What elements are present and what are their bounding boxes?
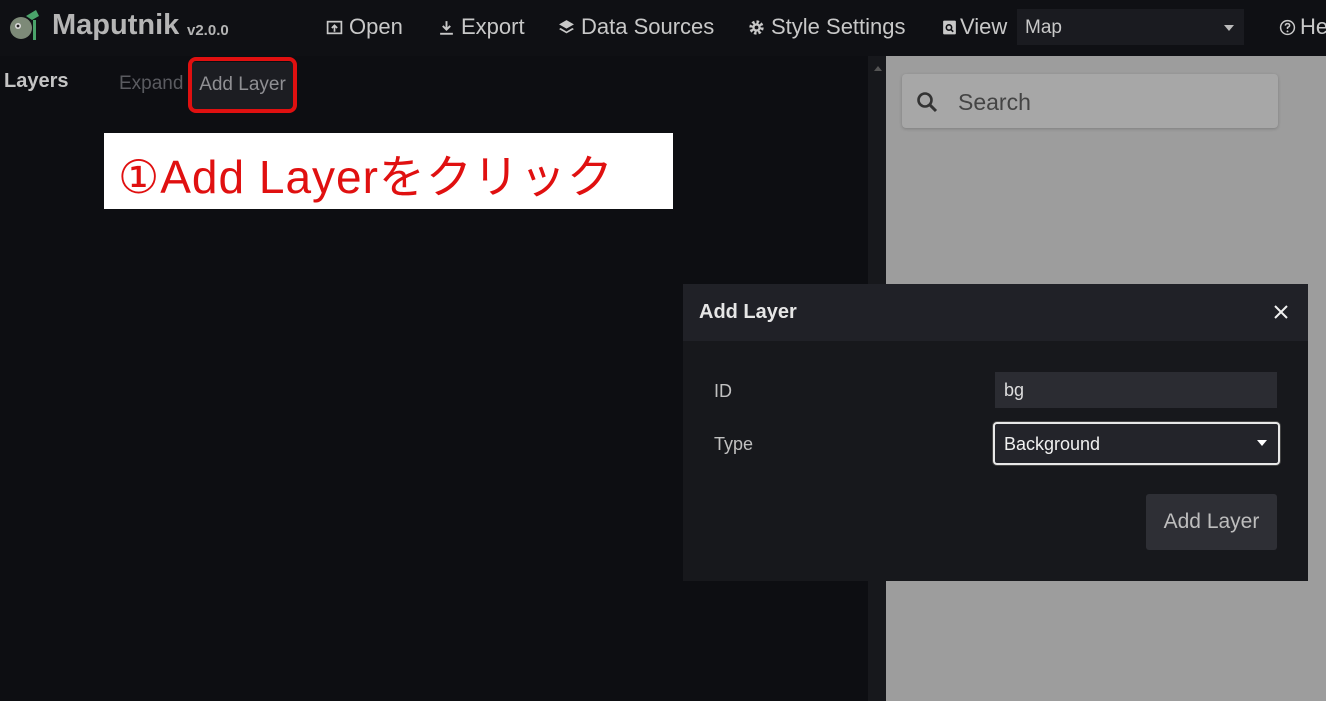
scroll-up-arrow-icon[interactable] [874,66,882,71]
app-version: v2.0.0 [187,22,229,39]
modal-add-layer-button[interactable]: Add Layer [1146,494,1277,550]
id-label: ID [714,381,732,401]
maputnik-logo-icon [10,10,39,40]
search-icon [917,92,938,113]
open-label: Open [349,14,403,39]
style-settings-label: Style Settings [771,14,906,39]
modal-header: Add Layer [683,284,1308,341]
open-button[interactable]: Open [326,14,403,40]
id-field[interactable] [995,372,1277,408]
expand-button[interactable]: Expand [119,73,183,95]
view-button[interactable]: View [941,14,1007,40]
add-layer-modal: Add Layer ID Type Background Add Layer [683,284,1308,581]
type-select-value: Background [1004,434,1101,454]
view-icon [943,20,956,34]
gear-icon [749,19,764,35]
annotation-callout: ①Add Layerをクリック [104,133,673,209]
export-label: Export [461,14,525,39]
download-icon [440,20,453,35]
view-select[interactable]: Map [1017,9,1244,45]
open-icon [326,20,343,34]
map-search-input[interactable] [956,86,1260,118]
help-label: He [1300,14,1326,39]
view-select-value: Map [1025,17,1062,38]
chevron-down-icon [1257,440,1267,446]
style-settings-button[interactable]: Style Settings [748,14,906,40]
export-button[interactable]: Export [438,14,525,40]
view-label: View [960,14,1008,39]
layers-icon [559,19,574,33]
chevron-down-icon [1224,25,1234,31]
annotation-highlight-box [188,57,297,113]
close-icon[interactable] [1272,303,1290,321]
modal-title: Add Layer [699,301,797,323]
top-toolbar: Maputnik v2.0.0 Open Export Data Sources… [0,0,1326,56]
data-sources-button[interactable]: Data Sources [558,14,714,40]
help-icon [1279,19,1296,35]
layers-title: Layers [4,70,69,92]
app-title: Maputnik [52,9,180,41]
type-label: Type [714,434,754,454]
data-sources-label: Data Sources [581,14,715,39]
help-button[interactable]: He [1279,14,1326,40]
type-select[interactable]: Background [993,422,1280,465]
